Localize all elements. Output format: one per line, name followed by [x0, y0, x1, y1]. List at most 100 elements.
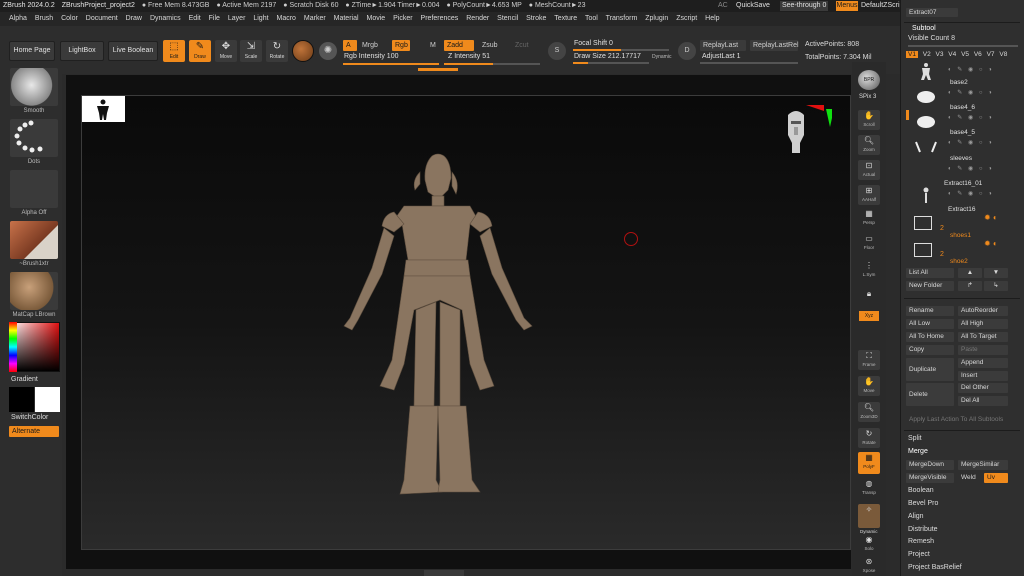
insert-button[interactable]: Insert: [958, 371, 1008, 381]
split-section[interactable]: Split: [908, 435, 922, 442]
m-toggle[interactable]: M: [427, 40, 439, 51]
menu-edit[interactable]: Edit: [189, 15, 201, 22]
spix-slider[interactable]: SPix 3: [859, 94, 876, 100]
all-low-button[interactable]: All Low: [906, 319, 954, 329]
apply-last-action-button[interactable]: Apply Last Action To All Subtools: [906, 415, 1008, 425]
rotate-view-button[interactable]: ↻ Rotate: [858, 428, 880, 448]
rotate-mode-button[interactable]: ↻ Rotate: [266, 40, 288, 62]
alternate-toggle[interactable]: Alternate: [9, 426, 59, 437]
alpha-thumbnail[interactable]: [10, 170, 58, 208]
folder-redo-icon[interactable]: ↱: [958, 281, 982, 291]
project-basrelief-section[interactable]: Project BasRelief: [908, 564, 962, 571]
sculpt-model[interactable]: [320, 150, 570, 500]
frame-button[interactable]: ⛶ Frame: [858, 350, 880, 370]
d-icon[interactable]: D: [678, 42, 696, 60]
paste-button[interactable]: Paste: [958, 345, 1008, 355]
subtool-name[interactable]: Extract16: [948, 206, 975, 213]
scroll-button[interactable]: ✋ Scroll: [858, 110, 880, 130]
aahalf-button[interactable]: ⊞ AAHalf: [858, 185, 880, 205]
edit-mode-button[interactable]: ⬚ Edit: [163, 40, 185, 62]
move-view-button[interactable]: ✋ Move: [858, 376, 880, 396]
draw-mode-button[interactable]: ✎ Draw: [189, 40, 211, 62]
menu-dynamics[interactable]: Dynamics: [150, 15, 181, 22]
subtool-row-icons[interactable]: ◐ ✎ ◉ ○ ◑: [948, 139, 994, 146]
subtool-thumbnail[interactable]: [914, 113, 938, 131]
folder-icon[interactable]: [914, 216, 932, 230]
subtool-row-icons[interactable]: ◐ ✎ ◉ ○ ◑: [948, 66, 994, 73]
subtool-name[interactable]: shoes1: [950, 232, 971, 239]
project-section[interactable]: Project: [908, 551, 930, 558]
menu-stencil[interactable]: Stencil: [497, 15, 518, 22]
stroke-thumbnail[interactable]: [10, 119, 58, 157]
zadd-toggle[interactable]: Zadd: [444, 40, 474, 51]
tab-v3[interactable]: V3: [936, 51, 944, 58]
zcut-toggle[interactable]: Zcut: [512, 40, 532, 51]
folder-gear-icon[interactable]: ✹ ◐: [984, 239, 998, 248]
replay-last-button[interactable]: ReplayLast: [700, 40, 746, 51]
menu-alpha[interactable]: Alpha: [9, 15, 27, 22]
material-sphere-icon[interactable]: [292, 40, 314, 62]
menu-zscript[interactable]: Zscript: [676, 15, 697, 22]
auto-reorder-button[interactable]: AutoReorder: [958, 306, 1008, 316]
folder-icon[interactable]: [914, 243, 932, 257]
menu-brush[interactable]: Brush: [35, 15, 53, 22]
hue-strip[interactable]: [9, 322, 17, 372]
subtool-thumbnail[interactable]: [914, 88, 938, 106]
ghost-toggle[interactable]: ✧: [858, 504, 880, 528]
menu-stroke[interactable]: Stroke: [526, 15, 546, 22]
quicksave-button[interactable]: QuickSave: [736, 0, 770, 12]
merge-similar-button[interactable]: MergeSimilar: [958, 460, 1008, 470]
subtool-thumbnail[interactable]: [914, 138, 938, 156]
replay-last-rel-button[interactable]: ReplayLastRel: [750, 40, 799, 51]
tab-v5[interactable]: V5: [961, 51, 969, 58]
subtool-name[interactable]: base2: [950, 79, 968, 86]
tab-v4[interactable]: V4: [948, 51, 956, 58]
move-mode-button[interactable]: ✥ Move: [215, 40, 237, 62]
copy-button[interactable]: Copy: [906, 345, 954, 355]
merge-section[interactable]: Merge: [908, 448, 928, 455]
subtool-name[interactable]: Extract16_01: [944, 180, 982, 187]
s-icon[interactable]: S: [548, 42, 566, 60]
del-other-button[interactable]: Del Other: [958, 383, 1008, 393]
timeline-handle[interactable]: [424, 570, 464, 576]
folder-down-icon[interactable]: ↳: [984, 281, 1008, 291]
mrgb-toggle[interactable]: Mrgb: [359, 40, 389, 51]
all-high-button[interactable]: All High: [958, 319, 1008, 329]
subtool-name[interactable]: base4_6: [950, 104, 975, 111]
menu-transform[interactable]: Transform: [606, 15, 638, 22]
menu-movie[interactable]: Movie: [367, 15, 386, 22]
floor-button[interactable]: ▭ Floor: [858, 233, 880, 253]
subtool-name[interactable]: shoe2: [950, 258, 968, 265]
menu-help[interactable]: Help: [705, 15, 719, 22]
xyz-toggle[interactable]: Xyz: [859, 311, 879, 321]
material-thumbnail[interactable]: [10, 272, 58, 310]
tab-v8[interactable]: V8: [999, 51, 1007, 58]
zsub-toggle[interactable]: Zsub: [479, 40, 503, 51]
all-to-home-button[interactable]: All To Home: [906, 332, 954, 342]
menu-document[interactable]: Document: [86, 15, 118, 22]
merge-down-button[interactable]: MergeDown: [906, 460, 954, 470]
menus-toggle[interactable]: Menus: [836, 1, 858, 11]
see-through-slider[interactable]: See-through 0: [780, 1, 828, 11]
boolean-section[interactable]: Boolean: [908, 487, 934, 494]
menu-marker[interactable]: Marker: [304, 15, 326, 22]
extract-button[interactable]: Extract07: [906, 8, 958, 17]
menu-texture[interactable]: Texture: [554, 15, 577, 22]
polyf-toggle[interactable]: ▦ PolyF: [858, 452, 880, 474]
list-all-button[interactable]: List All: [906, 268, 954, 278]
switch-color-button[interactable]: SwitchColor: [11, 414, 48, 421]
mannequin-thumbnail[interactable]: [82, 96, 125, 122]
delete-button[interactable]: Delete: [906, 383, 954, 406]
tab-v2[interactable]: V2: [923, 51, 931, 58]
subtool-row-icons[interactable]: ◐ ✎ ◉ ○ ◑: [948, 190, 994, 197]
default-zscript-button[interactable]: DefaultZScript: [861, 0, 905, 12]
zoom3d-button[interactable]: 🔍︎ Zoom3D: [858, 402, 880, 422]
texture-thumbnail[interactable]: [10, 221, 58, 259]
lock-button[interactable]: 🔒︎: [858, 288, 880, 308]
navigation-gizmo[interactable]: [782, 95, 834, 160]
move-up-arrow-icon[interactable]: ▲: [958, 268, 982, 278]
merge-visible-button[interactable]: MergeVisible: [906, 473, 954, 483]
visible-count-slider[interactable]: [908, 45, 1018, 47]
del-all-button[interactable]: Del All: [958, 396, 1008, 406]
subtool-row-icons[interactable]: ◐ ✎ ◉ ○ ◑: [948, 165, 994, 172]
